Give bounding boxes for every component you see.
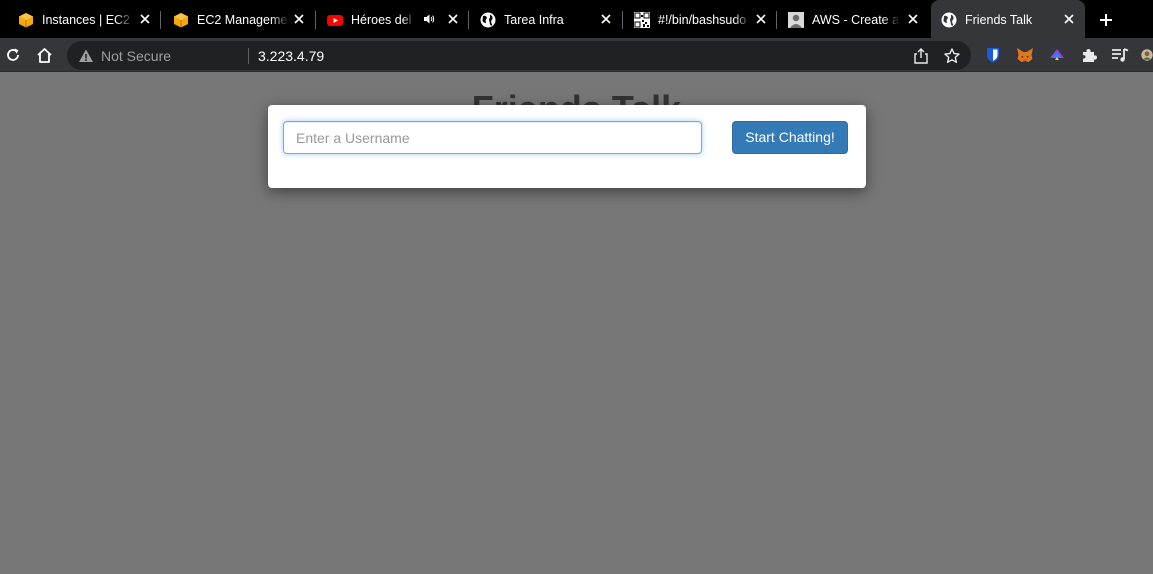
tab-title: AWS - Create an	[812, 13, 900, 27]
polygon-extension-icon[interactable]	[1047, 45, 1067, 65]
new-tab-icon[interactable]	[1096, 10, 1116, 30]
close-tab-icon[interactable]	[137, 11, 153, 27]
address-divider	[248, 48, 249, 64]
tab-title: Instances | EC2	[42, 13, 131, 27]
close-tab-icon[interactable]	[1061, 11, 1077, 27]
qr-icon	[634, 12, 650, 28]
tab-divider	[622, 11, 623, 29]
warning-icon[interactable]	[78, 48, 94, 64]
tab-title: Friends Talk	[965, 13, 1033, 27]
close-tab-icon[interactable]	[598, 11, 614, 27]
youtube-icon	[327, 15, 343, 26]
metamask-extension-icon[interactable]	[1015, 45, 1035, 65]
close-tab-icon[interactable]	[291, 11, 307, 27]
close-tab-icon[interactable]	[445, 11, 461, 27]
start-chatting-button[interactable]: Start Chatting!	[732, 121, 848, 154]
globe-icon	[941, 12, 957, 28]
tab-instances-ec2[interactable]: Instances | EC2	[8, 0, 161, 38]
reload-icon[interactable]	[3, 45, 23, 65]
tab-title: Tarea Infra	[504, 13, 564, 27]
close-tab-icon[interactable]	[905, 11, 921, 27]
close-tab-icon[interactable]	[753, 11, 769, 27]
avatar-icon	[788, 12, 804, 28]
tab-tarea-infra[interactable]: Tarea Infra	[470, 0, 623, 38]
browser-toolbar: Not Secure 3.223.4.79	[0, 38, 1153, 72]
tab-title: Héroes del Silencio	[351, 13, 415, 27]
extensions-puzzle-icon[interactable]	[1079, 45, 1099, 65]
profile-avatar-icon[interactable]	[1141, 45, 1153, 65]
security-status[interactable]: Not Secure	[101, 48, 171, 64]
tab-divider	[315, 11, 316, 29]
tab-bin-bash-sudo[interactable]: #!/bin/bashsudo	[624, 0, 777, 38]
media-queue-icon[interactable]	[1110, 45, 1130, 65]
globe-icon	[480, 12, 496, 28]
tab-aws-create[interactable]: AWS - Create an	[778, 0, 930, 38]
username-modal: Start Chatting!	[268, 105, 866, 188]
url-text[interactable]: 3.223.4.79	[258, 48, 324, 64]
tab-heroes-del-silencio[interactable]: Héroes del Silencio	[317, 0, 469, 38]
tab-divider	[160, 11, 161, 29]
tab-title: EC2 Management	[197, 13, 289, 27]
tab-title: #!/bin/bashsudo	[658, 13, 747, 27]
tab-friends-talk[interactable]: Friends Talk	[931, 0, 1085, 38]
home-icon[interactable]	[34, 45, 54, 65]
tab-divider	[776, 11, 777, 29]
bookmark-star-icon[interactable]	[943, 47, 961, 65]
username-input[interactable]	[283, 121, 702, 154]
tab-divider	[468, 11, 469, 29]
tab-ec2-management[interactable]: EC2 Management	[163, 0, 316, 38]
bitwarden-extension-icon[interactable]	[983, 45, 1003, 65]
page-title: Friends Talk	[0, 94, 1153, 105]
share-icon[interactable]	[912, 47, 930, 65]
tab-strip: Instances | EC2 EC2 Management Héroes de…	[0, 0, 1153, 38]
audio-playing-icon[interactable]	[421, 11, 437, 27]
aws-box-icon	[19, 13, 33, 28]
aws-box-icon	[174, 13, 188, 28]
address-bar[interactable]: Not Secure 3.223.4.79	[67, 41, 971, 70]
